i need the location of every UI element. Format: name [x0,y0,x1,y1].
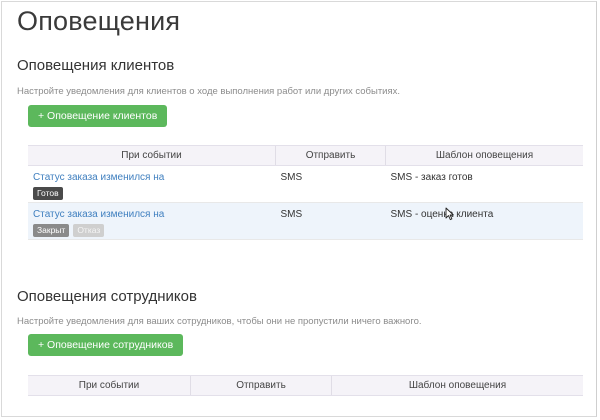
column-header-template[interactable]: Шаблон оповещения [331,375,583,396]
clients-section-title: Оповещения клиентов [17,57,175,74]
send-cell: SMS [275,202,386,240]
table-header-row: При событии Отправить Шаблон оповещения [28,145,583,166]
column-header-event[interactable]: При событии [28,145,276,166]
column-header-send[interactable]: Отправить [190,375,332,396]
page-title: Оповещения [17,6,181,36]
add-staff-notification-button[interactable]: + Оповещение сотрудников [28,334,184,356]
status-tags: Готов [33,187,271,200]
table-row[interactable]: Статус заказа изменился на Готов SMS SMS… [28,165,583,203]
status-tags: Закрыт Отказ [33,224,271,237]
status-badge: Закрыт [33,224,70,237]
column-header-send[interactable]: Отправить [275,145,386,166]
column-header-event[interactable]: При событии [28,375,191,396]
mouse-pointer-icon [445,207,454,221]
event-link[interactable]: Статус заказа изменился на [33,172,164,183]
clients-notifications-table: При событии Отправить Шаблон оповещения … [28,145,583,240]
template-cell: SMS - оценка клиента [385,202,583,240]
status-badge: Отказ [73,224,105,237]
staff-section-description: Настройте уведомления для ваших сотрудни… [17,316,422,327]
staff-notifications-table: При событии Отправить Шаблон оповещения [28,375,583,396]
template-cell: SMS - заказ готов [385,165,583,203]
event-cell: Статус заказа изменился на Закрыт Отказ [28,202,276,240]
table-header-row: При событии Отправить Шаблон оповещения [28,375,583,396]
event-link[interactable]: Статус заказа изменился на [33,209,164,220]
column-header-template[interactable]: Шаблон оповещения [385,145,583,166]
add-client-notification-button[interactable]: + Оповещение клиентов [28,105,168,127]
table-row[interactable]: Статус заказа изменился на Закрыт Отказ … [28,202,583,240]
send-cell: SMS [275,165,386,203]
event-cell: Статус заказа изменился на Готов [28,165,276,203]
status-badge: Готов [33,187,63,200]
clients-section-description: Настройте уведомления для клиентов о ход… [17,86,401,97]
staff-section-title: Оповещения сотрудников [17,288,197,305]
